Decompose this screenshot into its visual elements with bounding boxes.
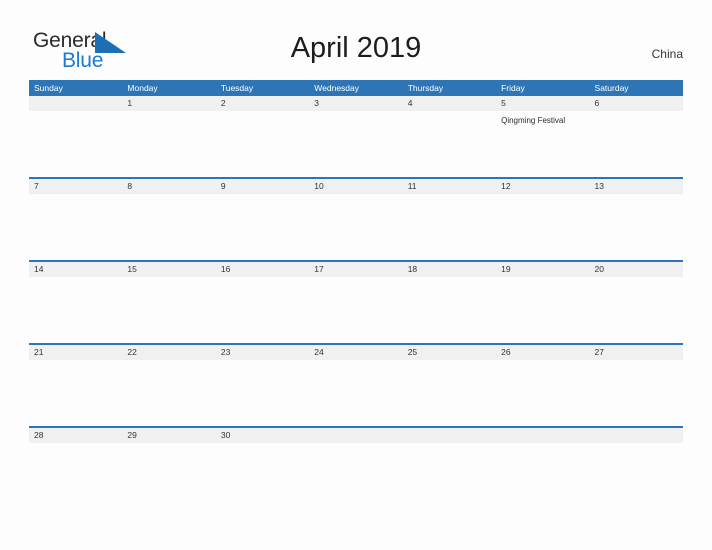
day-number[interactable]: 19	[496, 262, 589, 277]
week-event-band	[29, 277, 683, 343]
week-row: 14 15 16 17 18 19 20	[29, 260, 683, 343]
weekday-wednesday: Wednesday	[314, 83, 359, 93]
day-number[interactable]: 22	[122, 345, 215, 360]
weekday-saturday: Saturday	[594, 83, 629, 93]
day-cell[interactable]	[216, 360, 309, 426]
day-cell[interactable]	[122, 277, 215, 343]
day-number[interactable]: 4	[403, 96, 496, 111]
week-date-band: 21 22 23 24 25 26 27	[29, 345, 683, 360]
day-number[interactable]: 15	[122, 262, 215, 277]
day-number[interactable]: 30	[216, 428, 309, 443]
day-cell[interactable]	[403, 277, 496, 343]
day-number[interactable]	[309, 428, 402, 443]
week-row: 21 22 23 24 25 26 27	[29, 343, 683, 426]
day-number[interactable]	[496, 428, 589, 443]
day-number[interactable]: 17	[309, 262, 402, 277]
day-number[interactable]: 23	[216, 345, 309, 360]
day-number[interactable]: 26	[496, 345, 589, 360]
day-number[interactable]: 2	[216, 96, 309, 111]
week-date-band: 28 29 30	[29, 428, 683, 443]
day-number[interactable]: 13	[590, 179, 683, 194]
day-number[interactable]	[29, 96, 122, 111]
week-row: 1 2 3 4 5 6 Qingming Festival	[29, 96, 683, 177]
day-cell[interactable]	[216, 111, 309, 177]
event-label: Qingming Festival	[501, 116, 566, 125]
day-number[interactable]: 1	[122, 96, 215, 111]
day-number[interactable]: 18	[403, 262, 496, 277]
page-title: April 2019	[290, 32, 422, 64]
day-number[interactable]: 24	[309, 345, 402, 360]
day-cell[interactable]	[122, 443, 215, 509]
weekday-header-row: Sunday Monday Tuesday Wednesday Thursday…	[29, 80, 683, 96]
day-cell[interactable]	[29, 277, 122, 343]
day-cell[interactable]	[403, 111, 496, 177]
weekday-sunday: Sunday	[34, 83, 63, 93]
day-number[interactable]: 28	[29, 428, 122, 443]
day-number[interactable]: 6	[590, 96, 683, 111]
day-cell[interactable]	[496, 194, 589, 260]
week-event-band	[29, 194, 683, 260]
day-cell[interactable]	[29, 360, 122, 426]
day-cell[interactable]	[590, 443, 683, 509]
day-cell[interactable]	[590, 194, 683, 260]
day-cell[interactable]	[496, 360, 589, 426]
week-event-band	[29, 443, 683, 509]
day-cell[interactable]	[590, 111, 683, 177]
day-number[interactable]: 12	[496, 179, 589, 194]
day-number[interactable]: 21	[29, 345, 122, 360]
day-cell[interactable]	[216, 443, 309, 509]
day-cell[interactable]	[216, 277, 309, 343]
day-number[interactable]: 25	[403, 345, 496, 360]
day-number[interactable]: 3	[309, 96, 402, 111]
week-date-band: 1 2 3 4 5 6	[29, 96, 683, 111]
day-cell[interactable]	[309, 194, 402, 260]
day-cell[interactable]	[590, 360, 683, 426]
page-header: General Blue April 2019 China	[0, 0, 712, 76]
day-number[interactable]: 20	[590, 262, 683, 277]
weekday-friday: Friday	[501, 83, 525, 93]
day-cell[interactable]	[216, 194, 309, 260]
day-cell[interactable]	[309, 360, 402, 426]
day-cell[interactable]	[309, 443, 402, 509]
day-cell[interactable]	[590, 277, 683, 343]
day-number[interactable]: 16	[216, 262, 309, 277]
day-cell[interactable]	[29, 194, 122, 260]
day-cell[interactable]	[29, 443, 122, 509]
day-cell[interactable]	[403, 360, 496, 426]
day-cell[interactable]	[403, 443, 496, 509]
country-label: China	[651, 47, 683, 61]
week-date-band: 14 15 16 17 18 19 20	[29, 262, 683, 277]
day-number[interactable]: 10	[309, 179, 402, 194]
week-row: 7 8 9 10 11 12 13	[29, 177, 683, 260]
day-number[interactable]: 8	[122, 179, 215, 194]
calendar-page: General Blue April 2019 China Sunday Mon…	[0, 0, 712, 550]
day-cell[interactable]	[403, 194, 496, 260]
day-number[interactable]: 7	[29, 179, 122, 194]
day-cell[interactable]	[309, 277, 402, 343]
weekday-monday: Monday	[127, 83, 158, 93]
day-number[interactable]: 29	[122, 428, 215, 443]
day-cell[interactable]	[29, 111, 122, 177]
day-number[interactable]: 11	[403, 179, 496, 194]
day-number[interactable]: 14	[29, 262, 122, 277]
day-number[interactable]	[590, 428, 683, 443]
day-cell[interactable]	[122, 111, 215, 177]
day-cell[interactable]	[496, 443, 589, 509]
weekday-thursday: Thursday	[407, 83, 444, 93]
weekday-tuesday: Tuesday	[220, 83, 254, 93]
day-number[interactable]: 27	[590, 345, 683, 360]
week-event-band: Qingming Festival	[29, 111, 683, 177]
day-number[interactable]	[403, 428, 496, 443]
week-event-band	[29, 360, 683, 426]
day-cell[interactable]	[496, 277, 589, 343]
day-cell[interactable]	[309, 111, 402, 177]
day-cell[interactable]: Qingming Festival	[496, 111, 589, 177]
day-number[interactable]: 5	[496, 96, 589, 111]
day-cell[interactable]	[122, 360, 215, 426]
calendar-grid: Sunday Monday Tuesday Wednesday Thursday…	[29, 80, 683, 509]
day-number[interactable]: 9	[216, 179, 309, 194]
day-cell[interactable]	[122, 194, 215, 260]
week-date-band: 7 8 9 10 11 12 13	[29, 179, 683, 194]
week-row: 28 29 30	[29, 426, 683, 509]
